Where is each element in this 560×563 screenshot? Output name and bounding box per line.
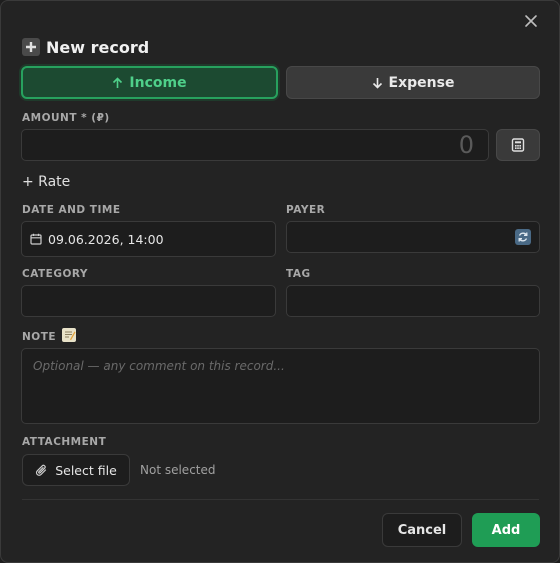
amount-input[interactable]: 0 [21, 129, 489, 161]
dialog-title: New record [22, 36, 149, 58]
add-button[interactable]: Add [472, 513, 540, 547]
amount-label: AMOUNT * (₽) [22, 112, 110, 124]
attachment-status: Not selected [140, 463, 216, 477]
new-record-dialog: New record Income Expense AMOUNT * (₽) 0… [0, 0, 560, 563]
expense-toggle-button[interactable]: Expense [286, 66, 540, 99]
category-label: CATEGORY [22, 268, 89, 280]
footer-divider [22, 499, 539, 500]
attachment-label: ATTACHMENT [22, 436, 107, 448]
amount-value: 0 [458, 131, 474, 159]
tag-label: TAG [286, 268, 311, 280]
expense-label: Expense [388, 74, 455, 91]
memo-icon [62, 328, 77, 342]
close-icon[interactable] [523, 13, 539, 29]
date-time-label: DATE AND TIME [22, 204, 121, 216]
arrow-up-icon [113, 76, 123, 88]
note-textarea[interactable]: Optional — any comment on this record... [21, 348, 540, 424]
date-time-input[interactable]: 09.06.2026, 14:00 [21, 221, 276, 257]
add-rate-link[interactable]: + Rate [22, 174, 70, 190]
payer-input[interactable] [286, 221, 540, 253]
note-label-text: NOTE [22, 331, 57, 343]
cancel-button[interactable]: Cancel [382, 513, 462, 547]
note-label: NOTE [22, 328, 77, 343]
arrow-down-icon [372, 77, 382, 89]
select-file-button[interactable]: Select file [22, 454, 130, 486]
category-input[interactable] [21, 285, 276, 317]
plus-icon [22, 38, 40, 56]
date-time-value: 09.06.2026, 14:00 [48, 231, 164, 247]
tag-input[interactable] [286, 285, 540, 317]
income-label: Income [129, 74, 187, 91]
paperclip-icon [36, 464, 47, 476]
calendar-icon [30, 233, 42, 245]
payer-label: PAYER [286, 204, 326, 216]
note-placeholder: Optional — any comment on this record... [33, 359, 285, 373]
income-toggle-button[interactable]: Income [21, 66, 278, 99]
refresh-icon[interactable] [515, 229, 531, 245]
dialog-title-text: New record [46, 37, 150, 57]
calculator-button[interactable] [496, 129, 540, 161]
select-file-label: Select file [55, 462, 117, 478]
calculator-icon [511, 138, 525, 152]
